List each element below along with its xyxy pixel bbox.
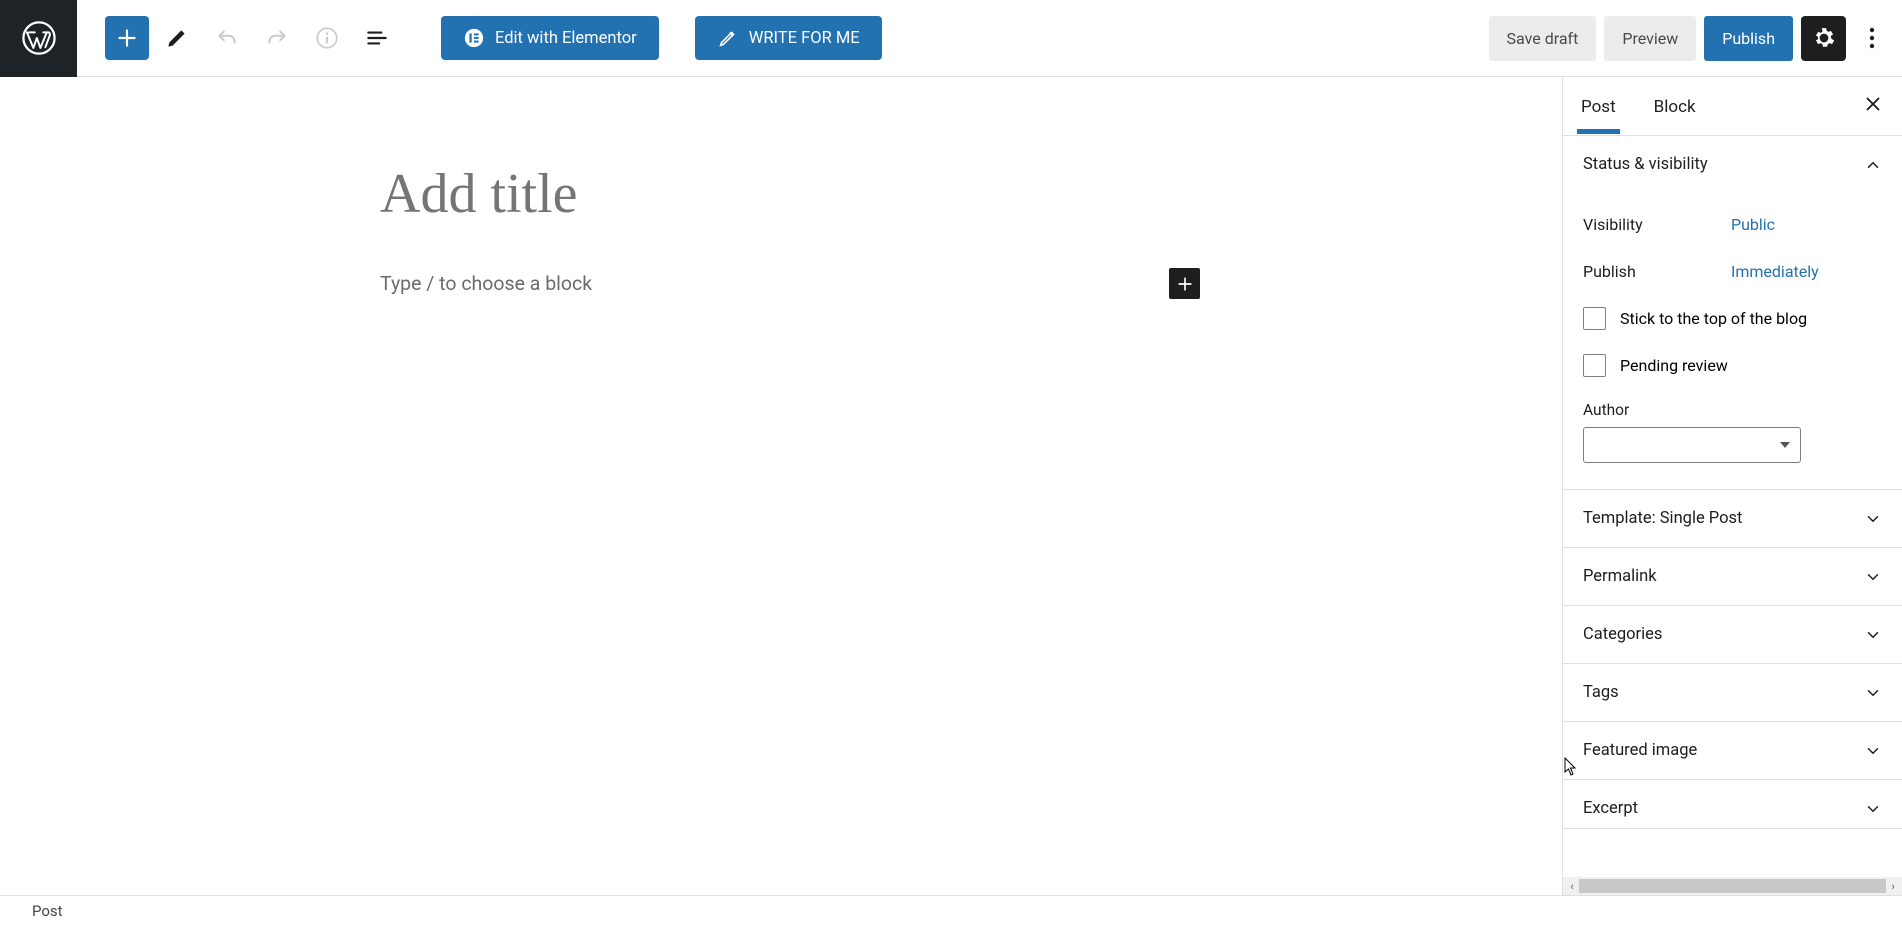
publish-label: Publish <box>1583 262 1731 281</box>
chevron-down-icon <box>1864 800 1882 818</box>
stick-top-row: Stick to the top of the blog <box>1583 295 1882 342</box>
author-select[interactable] <box>1583 427 1801 463</box>
panel-tags: Tags <box>1563 664 1902 722</box>
panel-categories-header[interactable]: Categories <box>1563 606 1902 663</box>
scrollbar-track[interactable] <box>1579 879 1886 893</box>
chevron-down-icon <box>1864 568 1882 586</box>
breadcrumb-post[interactable]: Post <box>32 902 63 920</box>
chevron-up-icon <box>1864 156 1882 174</box>
tab-post[interactable]: Post <box>1581 79 1634 133</box>
sidebar-horizontal-scrollbar[interactable]: ‹ › <box>1563 877 1902 895</box>
scroll-left-arrow[interactable]: ‹ <box>1565 878 1579 894</box>
chevron-down-icon <box>1864 626 1882 644</box>
visibility-label: Visibility <box>1583 215 1731 234</box>
wordpress-logo[interactable] <box>0 0 77 77</box>
write-for-me-button[interactable]: WRITE FOR ME <box>695 16 882 60</box>
panel-template-header[interactable]: Template: Single Post <box>1563 490 1902 547</box>
post-title-input[interactable]: Add title <box>380 162 1200 226</box>
panel-categories: Categories <box>1563 606 1902 664</box>
publish-value[interactable]: Immediately <box>1731 262 1819 281</box>
panel-featured-header[interactable]: Featured image <box>1563 722 1902 779</box>
visibility-row: Visibility Public <box>1583 201 1882 248</box>
toolbar-right: Save draft Preview Publish <box>1489 16 1902 61</box>
add-block-button[interactable] <box>105 16 149 60</box>
panel-permalink: Permalink <box>1563 548 1902 606</box>
top-toolbar: Edit with Elementor WRITE FOR ME Save dr… <box>0 0 1902 77</box>
panel-featured-image: Featured image <box>1563 722 1902 780</box>
toolbar-left: Edit with Elementor WRITE FOR ME <box>77 16 882 60</box>
pending-review-label: Pending review <box>1620 356 1728 375</box>
panel-status-header[interactable]: Status & visibility <box>1563 136 1902 193</box>
panel-template: Template: Single Post <box>1563 490 1902 548</box>
settings-gear-button[interactable] <box>1801 16 1846 61</box>
pencil-tools-icon[interactable] <box>155 16 199 60</box>
save-draft-button[interactable]: Save draft <box>1489 16 1597 61</box>
redo-button[interactable] <box>255 16 299 60</box>
write-for-me-label: WRITE FOR ME <box>749 29 860 48</box>
block-prompt-text[interactable]: Type / to choose a block <box>380 272 592 295</box>
panel-excerpt: Excerpt <box>1563 780 1902 829</box>
chevron-down-icon <box>1864 510 1882 528</box>
tab-block[interactable]: Block <box>1654 79 1714 133</box>
chevron-down-icon <box>1864 684 1882 702</box>
settings-sidebar: Post Block Status & visibility Visibilit… <box>1562 77 1902 895</box>
panel-permalink-header[interactable]: Permalink <box>1563 548 1902 605</box>
editor-column: Add title Type / to choose a block <box>380 162 1200 299</box>
stick-top-label: Stick to the top of the blog <box>1620 309 1807 328</box>
panel-tags-header[interactable]: Tags <box>1563 664 1902 721</box>
publish-button[interactable]: Publish <box>1704 16 1793 61</box>
publish-row: Publish Immediately <box>1583 248 1882 295</box>
outline-icon[interactable] <box>355 16 399 60</box>
visibility-value[interactable]: Public <box>1731 215 1775 234</box>
panel-excerpt-header[interactable]: Excerpt <box>1563 780 1902 828</box>
inline-add-block-button[interactable] <box>1169 268 1200 299</box>
more-options-button[interactable] <box>1854 16 1890 61</box>
close-sidebar-button[interactable] <box>1862 93 1884 119</box>
undo-button[interactable] <box>205 16 249 60</box>
scroll-right-arrow[interactable]: › <box>1886 878 1900 894</box>
author-label: Author <box>1583 389 1882 427</box>
preview-button[interactable]: Preview <box>1604 16 1696 61</box>
sidebar-tabs: Post Block <box>1563 77 1902 136</box>
editor-main: Add title Type / to choose a block <box>0 77 1562 895</box>
pending-review-row: Pending review <box>1583 342 1882 389</box>
pending-review-checkbox[interactable] <box>1583 354 1606 377</box>
stick-top-checkbox[interactable] <box>1583 307 1606 330</box>
sidebar-body: Status & visibility Visibility Public Pu… <box>1563 136 1902 877</box>
panel-status-visibility: Status & visibility Visibility Public Pu… <box>1563 136 1902 490</box>
info-icon[interactable] <box>305 16 349 60</box>
edit-elementor-button[interactable]: Edit with Elementor <box>441 16 659 60</box>
block-prompt-row: Type / to choose a block <box>380 268 1200 299</box>
panel-status-body: Visibility Public Publish Immediately St… <box>1563 193 1902 489</box>
edit-elementor-label: Edit with Elementor <box>495 29 637 48</box>
chevron-down-icon <box>1864 742 1882 760</box>
footer-breadcrumb-bar: Post <box>0 895 1902 925</box>
